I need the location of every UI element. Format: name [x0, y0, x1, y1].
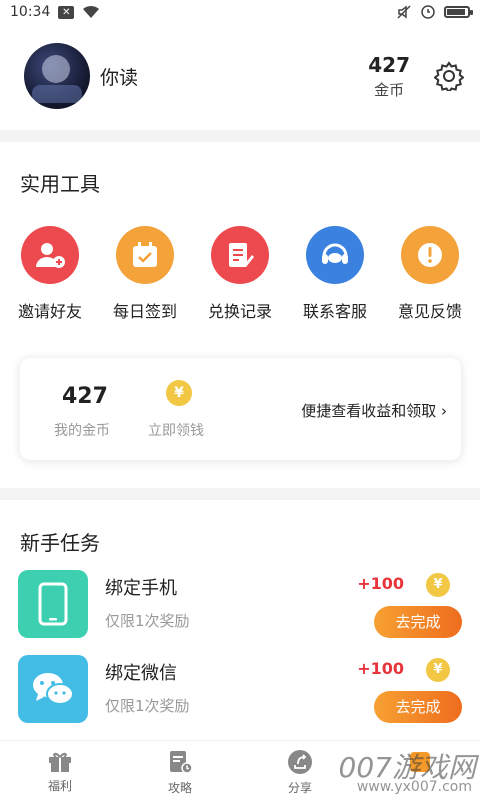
- task-reward: +100: [357, 574, 404, 593]
- yen-coin-icon: ¥: [426, 573, 450, 597]
- nav-label: 福利: [47, 779, 72, 793]
- status-bar: 10:34 ✕: [0, 0, 480, 24]
- guide-icon: [170, 751, 193, 774]
- status-time: 10:34: [10, 4, 51, 20]
- nav-welfare[interactable]: 福利: [0, 741, 120, 800]
- phone-icon: [18, 570, 88, 638]
- exchange-record-icon: [211, 226, 269, 284]
- tools-section-title: 实用工具: [20, 172, 100, 196]
- tool-invite-friends[interactable]: 邀请好友: [14, 226, 86, 322]
- task-desc: 仅限1次奖励: [105, 612, 190, 630]
- wechat-icon: [18, 655, 88, 723]
- tools-grid: 邀请好友 每日签到 兑换记录 联系客服 意见反馈: [0, 226, 480, 322]
- tool-feedback[interactable]: 意见反馈: [394, 226, 466, 322]
- coin-label: 金币: [374, 80, 405, 99]
- tool-contact-service[interactable]: 联系客服: [299, 226, 371, 322]
- watermark-url: www.yx007.com: [356, 779, 472, 795]
- share-icon: [288, 750, 312, 774]
- claim-money-label[interactable]: 立即领钱: [148, 420, 204, 440]
- my-coins-value: 427: [62, 384, 108, 409]
- tool-label: 每日签到: [112, 302, 177, 321]
- section-divider: [0, 130, 480, 142]
- avatar[interactable]: [24, 43, 90, 109]
- gift-icon: [49, 752, 71, 772]
- tool-daily-checkin[interactable]: 每日签到: [109, 226, 181, 322]
- settings-gear-icon[interactable]: [434, 61, 464, 91]
- alarm-icon: [421, 5, 435, 19]
- complete-task-button[interactable]: 去完成: [374, 606, 462, 638]
- tool-label: 兑换记录: [207, 302, 272, 321]
- task-bind-phone: 绑定手机 仅限1次奖励 +100 ¥ 去完成: [18, 570, 462, 638]
- wifi-icon: [83, 5, 100, 18]
- customer-service-icon: [306, 226, 364, 284]
- my-coins-label: 我的金币: [54, 423, 110, 439]
- task-name: 绑定微信: [105, 663, 177, 684]
- view-earnings-label: 便捷查看收益和领取: [301, 402, 437, 420]
- chevron-right-icon: ›: [441, 402, 447, 420]
- task-desc: 仅限1次奖励: [105, 697, 190, 715]
- username: 你读: [100, 66, 139, 89]
- tool-label: 联系客服: [302, 302, 367, 321]
- complete-task-button[interactable]: 去完成: [374, 691, 462, 723]
- yen-coin-icon: ¥: [426, 658, 450, 682]
- coin-card: 427 我的金币 ¥ 立即领钱 便捷查看收益和领取 ›: [20, 358, 461, 460]
- nav-label: 分享: [287, 781, 312, 795]
- calendar-check-icon: [116, 226, 174, 284]
- coin-summary[interactable]: 427 金币: [368, 53, 410, 100]
- notification-x-icon: ✕: [58, 5, 75, 19]
- invite-user-icon: [21, 226, 79, 284]
- battery-icon: [444, 6, 473, 18]
- yen-coin-icon[interactable]: ¥: [166, 380, 192, 406]
- view-earnings-link[interactable]: 便捷查看收益和领取 ›: [301, 400, 447, 421]
- task-reward: +100: [357, 659, 404, 678]
- section-divider: [0, 488, 480, 500]
- tool-label: 意见反馈: [397, 302, 462, 321]
- mute-icon: [397, 5, 411, 19]
- profile-header: 你读 427 金币: [0, 24, 480, 128]
- tool-exchange-record[interactable]: 兑换记录: [204, 226, 276, 322]
- nav-label: 攻略: [167, 781, 192, 795]
- feedback-icon: [401, 226, 459, 284]
- task-bind-wechat: 绑定微信 仅限1次奖励 +100 ¥ 去完成: [18, 655, 462, 723]
- task-name: 绑定手机: [105, 578, 177, 599]
- tasks-section-title: 新手任务: [20, 531, 100, 555]
- nav-guide[interactable]: 攻略: [120, 741, 240, 800]
- tool-label: 邀请好友: [17, 302, 82, 321]
- coin-count: 427: [368, 52, 410, 77]
